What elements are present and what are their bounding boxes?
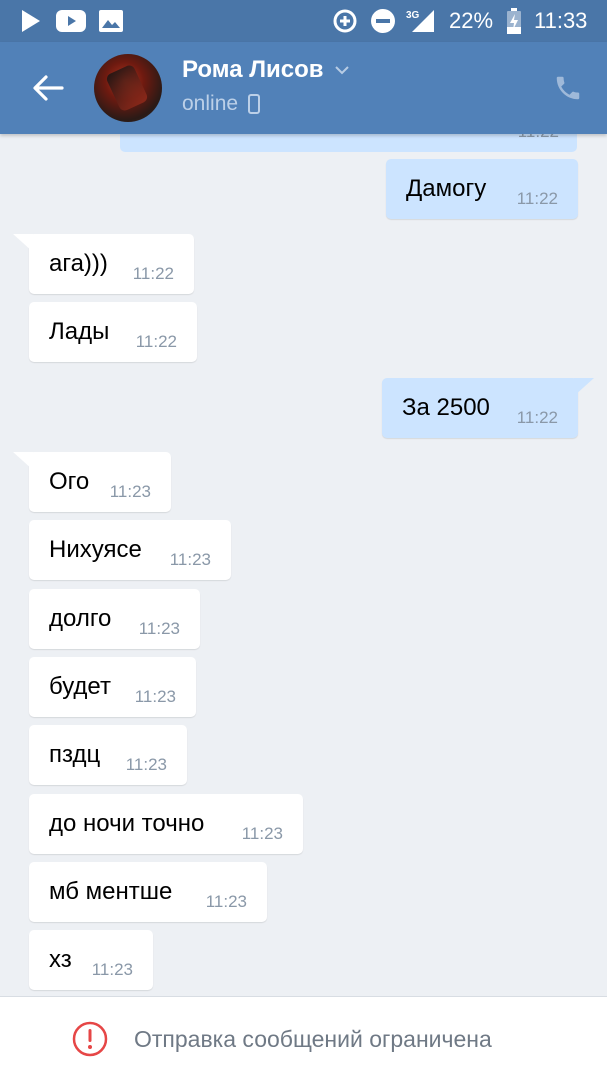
battery-percent: 22%: [449, 8, 494, 33]
call-icon: [556, 76, 580, 100]
status-bar: 3G 22% 11:33: [0, 0, 607, 42]
message-text: ага))): [49, 250, 108, 277]
youtube-icon: [56, 0, 86, 42]
message-time: 11:22: [516, 189, 558, 208]
avatar[interactable]: [94, 54, 162, 122]
signal-icon: 3G: [406, 0, 436, 42]
message-text: Дамогу: [406, 175, 487, 202]
message-bubble-incoming[interactable]: мб ментше 11:23: [29, 862, 267, 922]
call-button[interactable]: [548, 68, 588, 108]
message-text: будет: [49, 673, 111, 700]
message-time: 11:22: [516, 408, 558, 427]
message-list[interactable]: 11:22 Дамогу11:22ага)))11:22Лады11:22За …: [0, 134, 607, 996]
chevron-down-icon: [334, 65, 350, 75]
message-bubble-incoming[interactable]: ага))) 11:22: [13, 234, 194, 294]
gallery-icon: [98, 0, 124, 42]
restricted-notice-bar: Отправка сообщений ограничена: [0, 996, 607, 1081]
message-bubble-outgoing[interactable]: 11:22: [120, 134, 577, 152]
battery-charging-icon: [506, 0, 522, 42]
message-time: 11:23: [91, 960, 133, 979]
message-time: 11:23: [241, 824, 283, 843]
bubble-tail: [574, 378, 594, 396]
message-bubble-incoming[interactable]: Нихуясе 11:23: [29, 520, 231, 580]
back-arrow-icon: [33, 75, 64, 101]
message-time: 11:22: [132, 264, 174, 283]
presence-status: online: [182, 92, 261, 116]
data-saver-icon: [332, 0, 358, 42]
message-time: 11:23: [134, 687, 176, 706]
clock: 11:33: [534, 8, 588, 33]
message-text: Ого: [49, 468, 90, 495]
contact-name-button[interactable]: Рома Лисов: [182, 56, 350, 84]
message-time: 11:23: [125, 755, 167, 774]
do-not-disturb-icon: [370, 0, 396, 42]
presence-label: online: [182, 92, 239, 115]
message-bubble-incoming[interactable]: Лады 11:22: [29, 302, 197, 362]
message-bubble-incoming[interactable]: хз 11:23: [29, 930, 153, 990]
mobile-phone-icon: [248, 94, 261, 114]
message-bubble-incoming[interactable]: будет 11:23: [29, 657, 196, 717]
message-text: долго: [49, 605, 112, 632]
restricted-notice-text: Отправка сообщений ограничена: [134, 1026, 492, 1052]
message-bubble-incoming[interactable]: до ночи точно 11:23: [29, 794, 303, 854]
message-bubble-incoming[interactable]: пздц 11:23: [29, 725, 187, 785]
contact-name: Рома Лисов: [182, 56, 324, 83]
message-time: 11:23: [109, 482, 151, 501]
network-type-label: 3G: [406, 10, 420, 21]
bubble-tail: [13, 234, 33, 252]
message-bubble-outgoing[interactable]: Дамогу 11:22: [386, 159, 578, 219]
message-text: Лады: [49, 318, 110, 345]
message-time: 11:22: [135, 332, 177, 351]
message-text: Нихуясе: [49, 536, 142, 563]
play-store-icon: [20, 0, 42, 42]
message-time: 11:23: [205, 892, 247, 911]
chat-header: Рома Лисов online: [0, 42, 607, 134]
back-button[interactable]: [26, 66, 70, 110]
message-text: За 2500: [402, 394, 490, 421]
error-circle-icon: [72, 1021, 108, 1057]
message-bubble-incoming[interactable]: Ого 11:23: [13, 452, 171, 512]
message-time: 11:23: [138, 619, 180, 638]
message-time: 11:22: [518, 134, 559, 142]
message-text: пздц: [49, 741, 101, 768]
message-text: до ночи точно: [49, 810, 205, 837]
message-text: мб ментше: [49, 878, 173, 905]
bubble-tail: [13, 452, 33, 470]
message-bubble-outgoing[interactable]: За 2500 11:22: [382, 378, 594, 438]
message-time: 11:23: [169, 550, 211, 569]
message-text: хз: [49, 946, 72, 973]
message-bubble-incoming[interactable]: долго 11:23: [29, 589, 200, 649]
